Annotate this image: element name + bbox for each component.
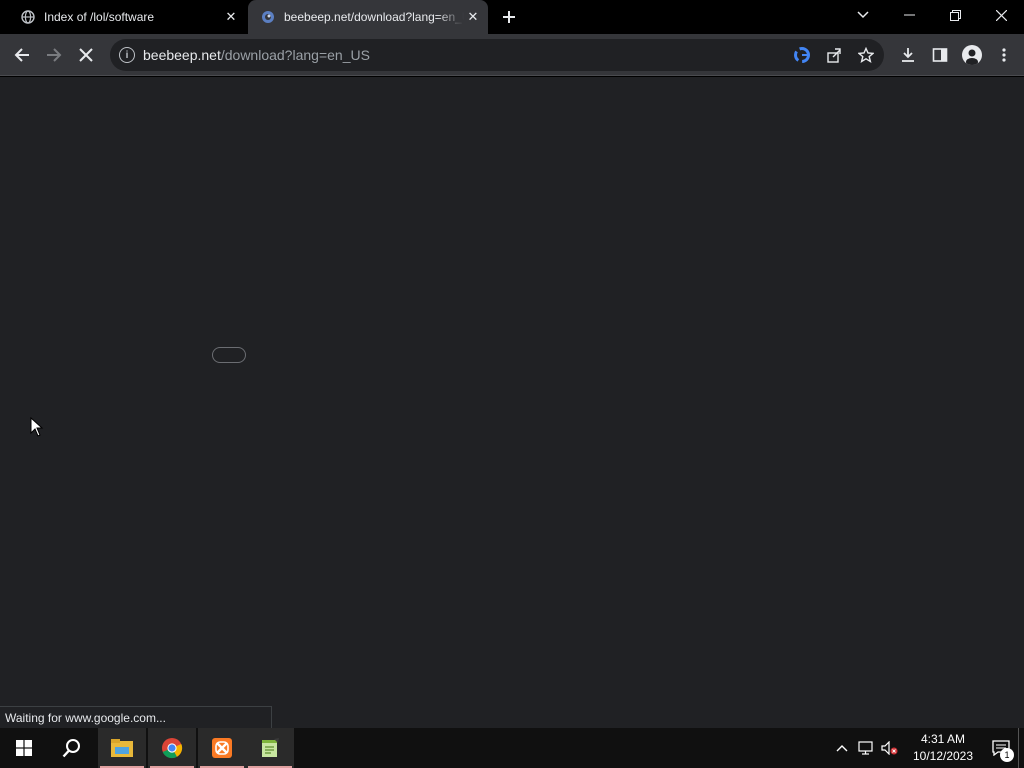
clock-date: 10/12/2023 xyxy=(912,749,974,763)
status-text: Waiting for www.google.com... xyxy=(5,710,166,725)
network-icon[interactable] xyxy=(854,728,878,768)
close-icon xyxy=(995,9,1007,21)
forward-button[interactable] xyxy=(40,41,68,69)
xampp-icon xyxy=(212,738,232,758)
action-center-button[interactable]: 1 xyxy=(984,728,1018,768)
chevron-down-icon xyxy=(857,11,869,19)
tab-beebeep-download[interactable]: beebeep.net/download?lang=en_US ✕ xyxy=(248,0,488,34)
arrow-right-icon xyxy=(47,48,62,62)
tab-title: Index of /lol/software xyxy=(44,10,155,24)
download-icon[interactable] xyxy=(894,41,922,69)
stop-loading-button[interactable] xyxy=(72,41,100,69)
browser-toolbar: i beebeep.net/download?lang=en_US xyxy=(0,34,1024,76)
start-button[interactable] xyxy=(0,728,48,768)
system-tray: 4:31 AM 10/12/2023 1 xyxy=(830,728,1024,768)
search-icon xyxy=(62,739,80,758)
back-button[interactable] xyxy=(8,41,36,69)
minimize-icon xyxy=(903,14,915,16)
url-host: beebeep.net xyxy=(143,47,221,63)
status-bubble: Waiting for www.google.com... xyxy=(0,706,272,728)
show-hidden-icons-button[interactable] xyxy=(830,728,854,768)
tab-title: beebeep.net/download?lang=en_US xyxy=(284,10,464,24)
close-tab-icon[interactable]: ✕ xyxy=(222,8,240,26)
profile-avatar-icon[interactable] xyxy=(962,45,982,65)
chrome-button[interactable] xyxy=(148,728,196,768)
notification-count-badge: 1 xyxy=(1000,748,1014,762)
globe-icon xyxy=(20,9,36,25)
side-panel-icon[interactable] xyxy=(926,41,954,69)
site-info-icon[interactable]: i xyxy=(119,47,135,63)
menu-kebab-icon[interactable] xyxy=(990,41,1018,69)
loading-placeholder xyxy=(212,347,246,363)
taskbar-clock[interactable]: 4:31 AM 10/12/2023 xyxy=(908,731,978,765)
file-explorer-button[interactable] xyxy=(98,728,146,768)
clock-time: 4:31 AM xyxy=(920,732,966,746)
xampp-button[interactable] xyxy=(198,728,246,768)
notepad-plus-icon xyxy=(262,738,279,757)
minimize-button[interactable] xyxy=(886,0,932,30)
stop-icon xyxy=(79,48,93,62)
tab-strip: Index of /lol/software ✕ beebeep.net/dow… xyxy=(0,0,1024,34)
file-explorer-icon xyxy=(111,739,133,757)
url-text[interactable]: beebeep.net/download?lang=en_US xyxy=(143,47,370,63)
chrome-icon xyxy=(162,738,183,759)
google-lens-icon[interactable] xyxy=(790,43,814,67)
page-content: Waiting for www.google.com... xyxy=(0,77,1024,728)
address-bar[interactable]: i beebeep.net/download?lang=en_US xyxy=(110,39,884,71)
restore-icon xyxy=(949,9,961,21)
mouse-cursor-icon xyxy=(30,417,44,437)
window-controls xyxy=(886,0,1024,30)
close-window-button[interactable] xyxy=(978,0,1024,30)
restore-button[interactable] xyxy=(932,0,978,30)
beebeep-favicon-icon xyxy=(260,9,276,25)
plus-icon xyxy=(503,11,515,23)
tab-search-button[interactable] xyxy=(852,6,874,24)
windows-taskbar: 4:31 AM 10/12/2023 1 xyxy=(0,728,1024,768)
notepad-plus-button[interactable] xyxy=(246,728,294,768)
tab-index-of-software[interactable]: Index of /lol/software ✕ xyxy=(12,0,244,34)
taskbar-search-button[interactable] xyxy=(48,728,96,768)
bookmark-star-icon[interactable] xyxy=(854,43,878,67)
show-desktop-button[interactable] xyxy=(1018,728,1024,768)
volume-muted-icon[interactable] xyxy=(878,728,902,768)
chevron-up-icon xyxy=(836,745,848,752)
close-tab-icon[interactable]: ✕ xyxy=(464,8,482,26)
start-icon xyxy=(16,740,32,756)
share-icon[interactable] xyxy=(822,43,846,67)
url-path: /download?lang=en_US xyxy=(220,47,370,63)
new-tab-button[interactable] xyxy=(498,6,520,28)
arrow-left-icon xyxy=(14,48,29,62)
